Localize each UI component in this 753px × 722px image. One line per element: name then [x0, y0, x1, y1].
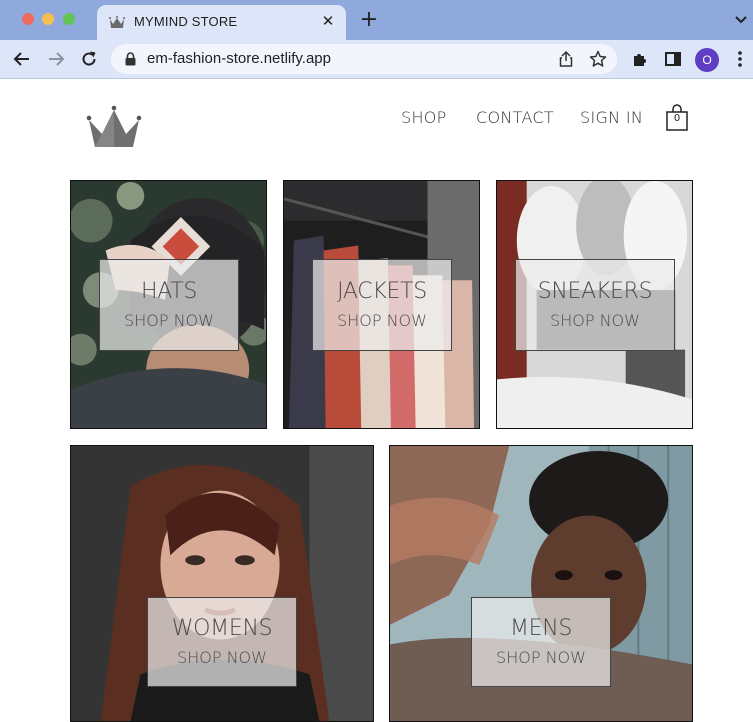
category-overlay: JACKETS SHOP NOW [312, 259, 452, 351]
nav-contact-link[interactable]: CONTACT [476, 108, 554, 127]
category-tile-hats[interactable]: HATS SHOP NOW [70, 180, 267, 429]
shop-now-link[interactable]: SHOP NOW [337, 309, 427, 333]
zoom-window-button[interactable] [63, 13, 75, 25]
url-text: em-fashion-store.netlify.app [147, 50, 331, 67]
side-panel-icon[interactable] [662, 48, 684, 70]
more-menu-icon[interactable] [729, 48, 751, 70]
category-tile-mens[interactable]: MENS SHOP NOW [389, 445, 693, 722]
bookmark-star-icon[interactable] [589, 50, 607, 68]
forward-arrow-icon[interactable] [45, 48, 67, 70]
minimize-window-button[interactable] [42, 13, 54, 25]
category-title: MENS [509, 615, 573, 641]
shopping-bag-icon[interactable]: 0 [665, 104, 689, 132]
shop-now-link[interactable]: SHOP NOW [496, 646, 586, 670]
chevron-down-icon[interactable] [733, 13, 749, 27]
category-title: HATS [140, 278, 198, 304]
crown-favicon-icon [109, 16, 125, 28]
back-arrow-icon[interactable] [11, 48, 33, 70]
category-tile-womens[interactable]: WOMENS SHOP NOW [70, 445, 374, 722]
shop-now-link[interactable]: SHOP NOW [124, 309, 214, 333]
shop-now-link[interactable]: SHOP NOW [177, 646, 267, 670]
web-page: SHOP CONTACT SIGN IN 0 HATS SHOP NOW JAC… [0, 80, 753, 722]
category-overlay: HATS SHOP NOW [99, 259, 239, 351]
share-icon[interactable] [557, 50, 575, 68]
close-window-button[interactable] [22, 13, 34, 25]
category-overlay: SNEAKERS SHOP NOW [515, 259, 675, 351]
browser-window: MYMIND STORE ✕ + em-fashion-store.netlif… [0, 0, 753, 722]
category-tile-sneakers[interactable]: SNEAKERS SHOP NOW [496, 180, 693, 429]
category-title: JACKETS [337, 278, 427, 304]
address-bar[interactable]: em-fashion-store.netlify.app [111, 44, 617, 74]
crown-logo-icon[interactable] [86, 104, 142, 150]
close-tab-icon[interactable]: ✕ [320, 13, 336, 29]
nav-shop-link[interactable]: SHOP [401, 108, 447, 127]
tab-strip: MYMIND STORE ✕ + [0, 0, 753, 40]
new-tab-icon[interactable]: + [359, 9, 379, 31]
active-tab[interactable]: MYMIND STORE ✕ [97, 5, 346, 40]
browser-toolbar: em-fashion-store.netlify.app O [0, 40, 753, 79]
category-tile-jackets[interactable]: JACKETS SHOP NOW [283, 180, 480, 429]
profile-avatar[interactable]: O [695, 48, 719, 72]
category-title: SNEAKERS [537, 278, 653, 304]
extensions-puzzle-icon[interactable] [629, 48, 651, 70]
reload-icon[interactable] [78, 48, 100, 70]
category-overlay: MENS SHOP NOW [471, 597, 611, 687]
tab-title: MYMIND STORE [134, 14, 238, 29]
nav-sign-in-link[interactable]: SIGN IN [580, 108, 643, 127]
cart-count: 0 [673, 113, 681, 124]
lock-icon [125, 52, 136, 66]
category-title: WOMENS [171, 615, 273, 641]
category-overlay: WOMENS SHOP NOW [147, 597, 297, 687]
shop-now-link[interactable]: SHOP NOW [550, 309, 640, 333]
